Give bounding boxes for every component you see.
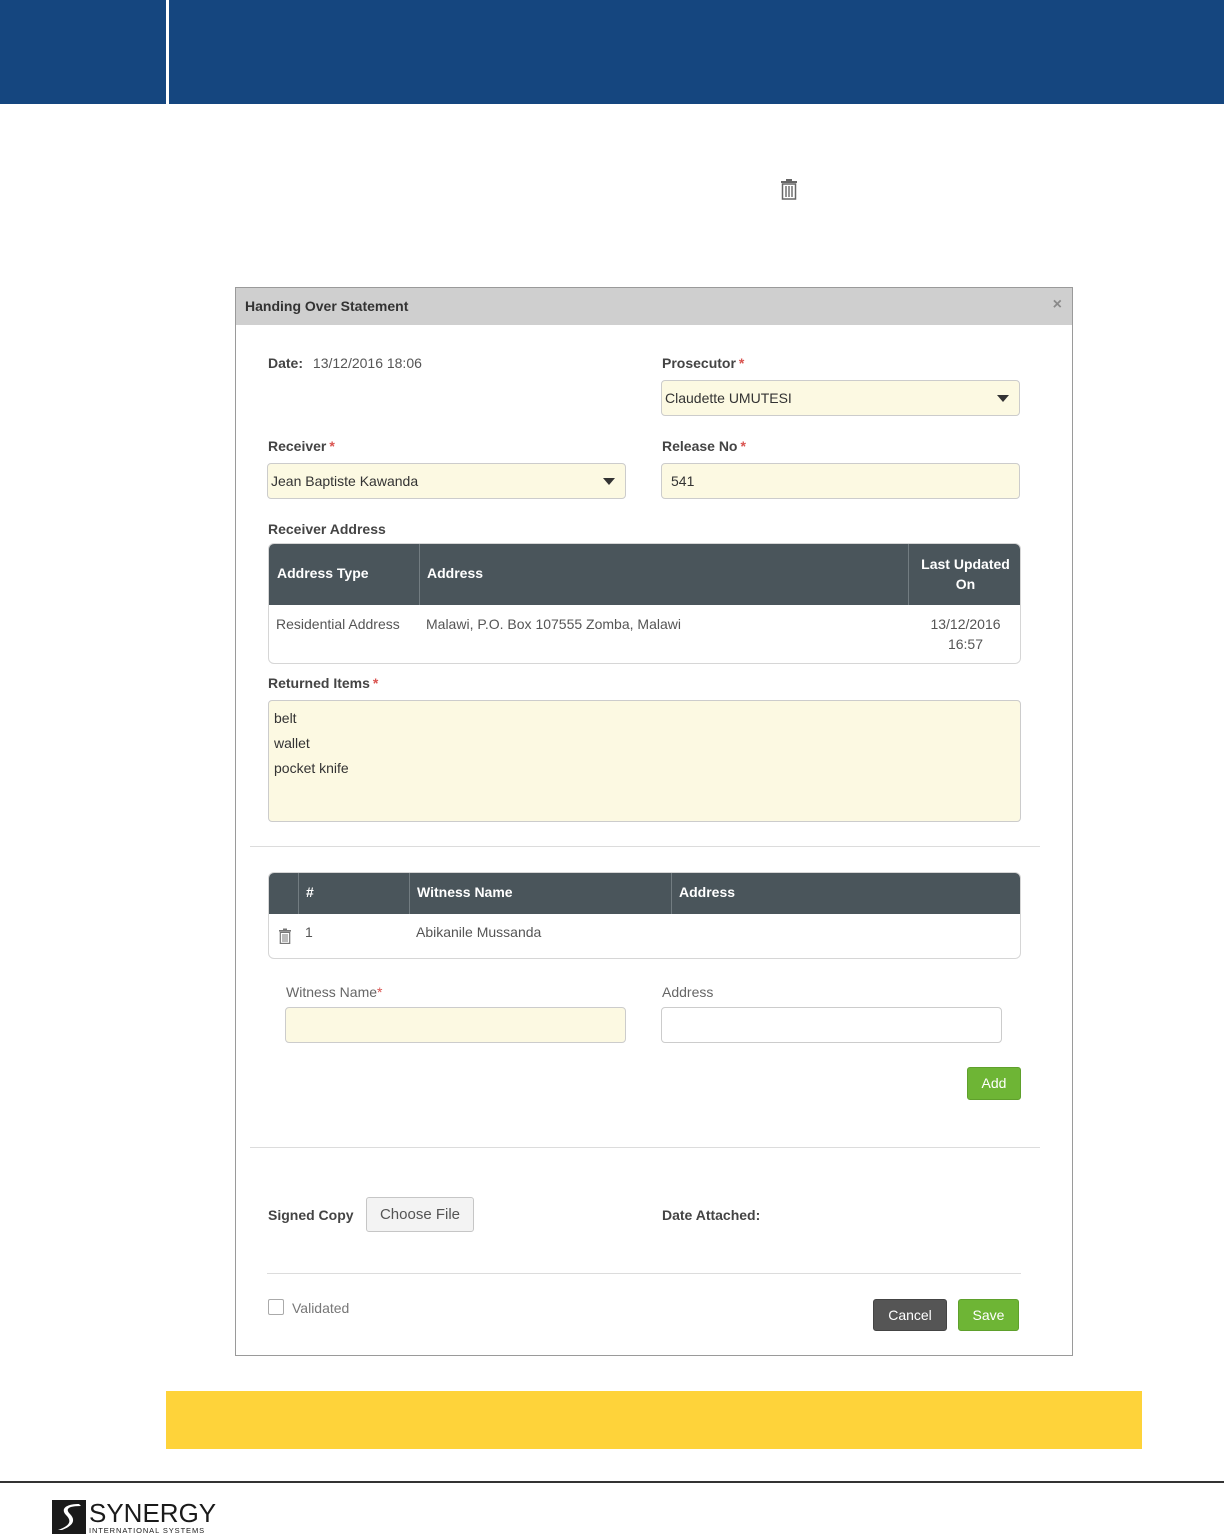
last-updated-cell: 13/12/2016 16:57 bbox=[909, 614, 1020, 654]
receiver-address-table: Address Type Address Last Updated On Res… bbox=[268, 543, 1021, 664]
save-button[interactable]: Save bbox=[958, 1299, 1019, 1331]
witness-table-header: # Witness Name Address bbox=[269, 873, 1020, 914]
signed-copy-label: Signed Copy bbox=[268, 1207, 354, 1223]
callout-band bbox=[166, 1391, 1142, 1449]
cancel-button[interactable]: Cancel bbox=[873, 1299, 947, 1331]
witness-name-cell: Abikanile Mussanda bbox=[416, 924, 542, 940]
add-witness-button[interactable]: Add bbox=[967, 1067, 1021, 1100]
section-divider bbox=[250, 846, 1040, 847]
header-line: Last Updated bbox=[921, 556, 1010, 572]
returned-items-label: Returned Items bbox=[268, 675, 370, 691]
trash-icon bbox=[779, 178, 799, 200]
release-no-input[interactable]: 541 bbox=[661, 463, 1020, 499]
caret-down-icon bbox=[603, 478, 615, 485]
dialog-header: Handing Over Statement × bbox=[236, 288, 1072, 325]
trash-icon[interactable] bbox=[278, 928, 292, 945]
footer-divider bbox=[267, 1273, 1021, 1274]
prosecutor-selected-value: Claudette UMUTESI bbox=[665, 390, 792, 406]
witness-table: # Witness Name Address 1 Abikanile Mussa… bbox=[268, 872, 1021, 959]
required-marker: * bbox=[738, 355, 745, 371]
witness-address-label: Address bbox=[662, 984, 714, 1000]
column-header-witness-address: Address bbox=[679, 884, 736, 900]
column-header-last-updated: Last Updated On bbox=[909, 554, 1020, 594]
returned-item-line: wallet bbox=[274, 735, 310, 751]
release-no-label: Release No bbox=[662, 438, 738, 454]
validated-checkbox[interactable] bbox=[268, 1299, 284, 1315]
release-no-value: 541 bbox=[671, 473, 695, 489]
returned-item-line: belt bbox=[274, 710, 297, 726]
witness-name-label: Witness Name bbox=[286, 984, 378, 1000]
caret-down-icon bbox=[997, 395, 1009, 402]
document-header-band bbox=[0, 0, 1224, 104]
header-divider bbox=[166, 0, 169, 104]
required-marker: * bbox=[377, 984, 383, 1000]
column-separator bbox=[419, 544, 420, 605]
updated-date: 13/12/2016 bbox=[930, 616, 1001, 632]
witness-address-input[interactable] bbox=[661, 1007, 1002, 1043]
logo-tagline: INTERNATIONAL SYSTEMS bbox=[89, 1526, 205, 1535]
date-row: Date: 13/12/2016 18:06 bbox=[268, 355, 422, 371]
column-header-witness-name: Witness Name bbox=[417, 884, 513, 900]
prosecutor-label: Prosecutor bbox=[662, 355, 736, 371]
section-divider bbox=[250, 1147, 1040, 1148]
prosecutor-label-row: Prosecutor * bbox=[662, 355, 744, 371]
returned-item-line: pocket knife bbox=[274, 760, 349, 776]
receiver-label-row: Receiver * bbox=[268, 438, 335, 454]
witness-name-label-row: Witness Name* bbox=[286, 984, 382, 1000]
address-type-cell: Residential Address bbox=[276, 616, 400, 632]
required-marker: * bbox=[740, 438, 746, 454]
returned-items-textarea[interactable]: belt wallet pocket knife bbox=[268, 700, 1021, 822]
dialog-title: Handing Over Statement bbox=[245, 298, 409, 314]
handing-over-statement-dialog: Handing Over Statement × Date: 13/12/201… bbox=[235, 287, 1073, 1356]
validated-label: Validated bbox=[292, 1300, 350, 1316]
column-separator bbox=[298, 873, 299, 914]
logo-mark-icon bbox=[52, 1500, 86, 1534]
close-icon[interactable]: × bbox=[1053, 296, 1062, 314]
footer-rule bbox=[0, 1481, 1224, 1483]
column-header-address: Address bbox=[427, 565, 484, 581]
logo-wordmark: SYNERGY INTERNATIONAL SYSTEMS bbox=[89, 1500, 216, 1535]
receiver-select[interactable]: Jean Baptiste Kawanda bbox=[267, 463, 626, 499]
address-cell: Malawi, P.O. Box 107555 Zomba, Malawi bbox=[426, 616, 681, 632]
returned-items-label-row: Returned Items * bbox=[268, 675, 378, 691]
updated-time: 16:57 bbox=[947, 636, 984, 652]
address-table-header: Address Type Address Last Updated On bbox=[269, 544, 1020, 605]
witness-name-input[interactable] bbox=[285, 1007, 626, 1043]
table-row: 1 Abikanile Mussanda bbox=[269, 914, 1020, 958]
date-attached-label: Date Attached: bbox=[662, 1207, 761, 1223]
date-label: Date: bbox=[268, 355, 304, 371]
receiver-address-label: Receiver Address bbox=[268, 521, 386, 537]
date-value: 13/12/2016 18:06 bbox=[312, 355, 422, 371]
column-separator bbox=[671, 873, 672, 914]
column-separator bbox=[409, 873, 410, 914]
receiver-label: Receiver bbox=[268, 438, 327, 454]
header-line: On bbox=[955, 576, 976, 592]
prosecutor-select[interactable]: Claudette UMUTESI bbox=[661, 380, 1020, 416]
column-header-number: # bbox=[306, 884, 314, 900]
choose-file-button[interactable]: Choose File bbox=[366, 1197, 474, 1232]
table-row[interactable]: Residential Address Malawi, P.O. Box 107… bbox=[269, 605, 1020, 663]
release-label-row: Release No * bbox=[662, 438, 746, 454]
receiver-selected-value: Jean Baptiste Kawanda bbox=[271, 473, 419, 489]
witness-number-cell: 1 bbox=[305, 924, 313, 940]
synergy-logo: SYNERGY INTERNATIONAL SYSTEMS bbox=[52, 1500, 216, 1536]
logo-brand-name: SYNERGY bbox=[89, 1498, 217, 1528]
required-marker: * bbox=[329, 438, 335, 454]
required-marker: * bbox=[372, 675, 379, 691]
column-header-address-type: Address Type bbox=[277, 565, 369, 581]
